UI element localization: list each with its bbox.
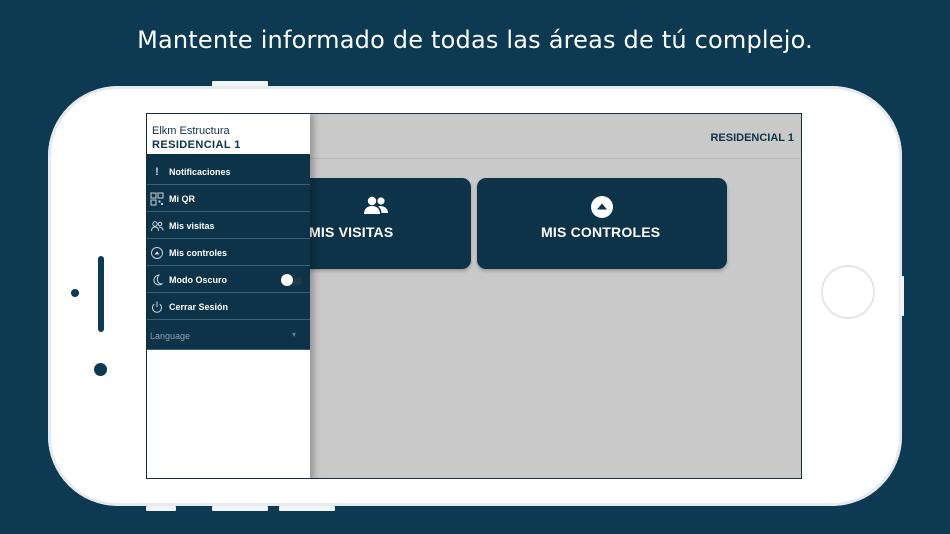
headline: Mantente informado de todas las áreas de…: [137, 26, 813, 54]
menu-item-notificaciones[interactable]: ! Notificaciones: [147, 159, 310, 185]
menu-item-cerrar-sesion[interactable]: Cerrar Sesión: [147, 294, 310, 320]
circle-arrow-up-icon: [151, 247, 163, 259]
menu-item-mis-visitas[interactable]: Mis visitas: [147, 213, 310, 239]
drawer-header-residence: RESIDENCIAL 1: [152, 139, 241, 151]
circle-arrow-up-icon: [591, 196, 613, 218]
phone-volume-button: [279, 506, 335, 511]
phone-camera-dot: [94, 363, 107, 376]
language-select[interactable]: Language ▾: [147, 321, 310, 350]
drawer-header: Elkm Estructura RESIDENCIAL 1: [147, 114, 310, 154]
mis-controles-card[interactable]: MIS CONTROLES: [477, 178, 727, 269]
chevron-down-icon: ▾: [292, 330, 297, 339]
menu-item-label: Cerrar Sesión: [169, 302, 229, 312]
phone-side-key: [900, 276, 904, 316]
menu-item-label: Mi QR: [169, 194, 195, 204]
mis-controles-label: MIS CONTROLES: [541, 224, 661, 240]
language-label: Language: [150, 331, 191, 341]
people-icon: [151, 221, 164, 232]
people-icon: [364, 196, 388, 214]
phone-speaker: [98, 256, 104, 332]
menu-item-label: Modo Oscuro: [169, 275, 227, 285]
dark-mode-toggle-knob[interactable]: [281, 274, 293, 286]
menu-item-mis-controles[interactable]: Mis controles: [147, 240, 310, 266]
drawer-menu: ! Notificaciones Mi QR Mis visitas Mis c…: [147, 154, 310, 350]
app-bar-title: RESIDENCIAL 1: [710, 132, 794, 144]
phone-home-button[interactable]: [821, 265, 875, 319]
exclamation-icon: !: [155, 166, 159, 178]
moon-icon: [153, 274, 164, 286]
drawer-header-name: Elkm Estructura: [152, 125, 230, 137]
app-screen: RESIDENCIAL 1 MIS VISITAS MIS CONTROLES …: [146, 113, 802, 479]
menu-item-label: Notificaciones: [169, 167, 231, 177]
phone-volume-button: [146, 506, 176, 511]
mis-visitas-label: MIS VISITAS: [309, 224, 394, 240]
power-icon: [152, 301, 162, 313]
menu-item-label: Mis visitas: [169, 221, 215, 231]
phone-volume-button: [212, 506, 268, 511]
menu-item-label: Mis controles: [169, 248, 228, 258]
qr-code-icon: [150, 192, 164, 206]
navigation-drawer: Elkm Estructura RESIDENCIAL 1 ! Notifica…: [147, 114, 310, 478]
menu-item-mi-qr[interactable]: Mi QR: [147, 186, 310, 212]
phone-sensor-dot: [71, 289, 79, 297]
menu-item-modo-oscuro: Modo Oscuro: [147, 267, 310, 293]
